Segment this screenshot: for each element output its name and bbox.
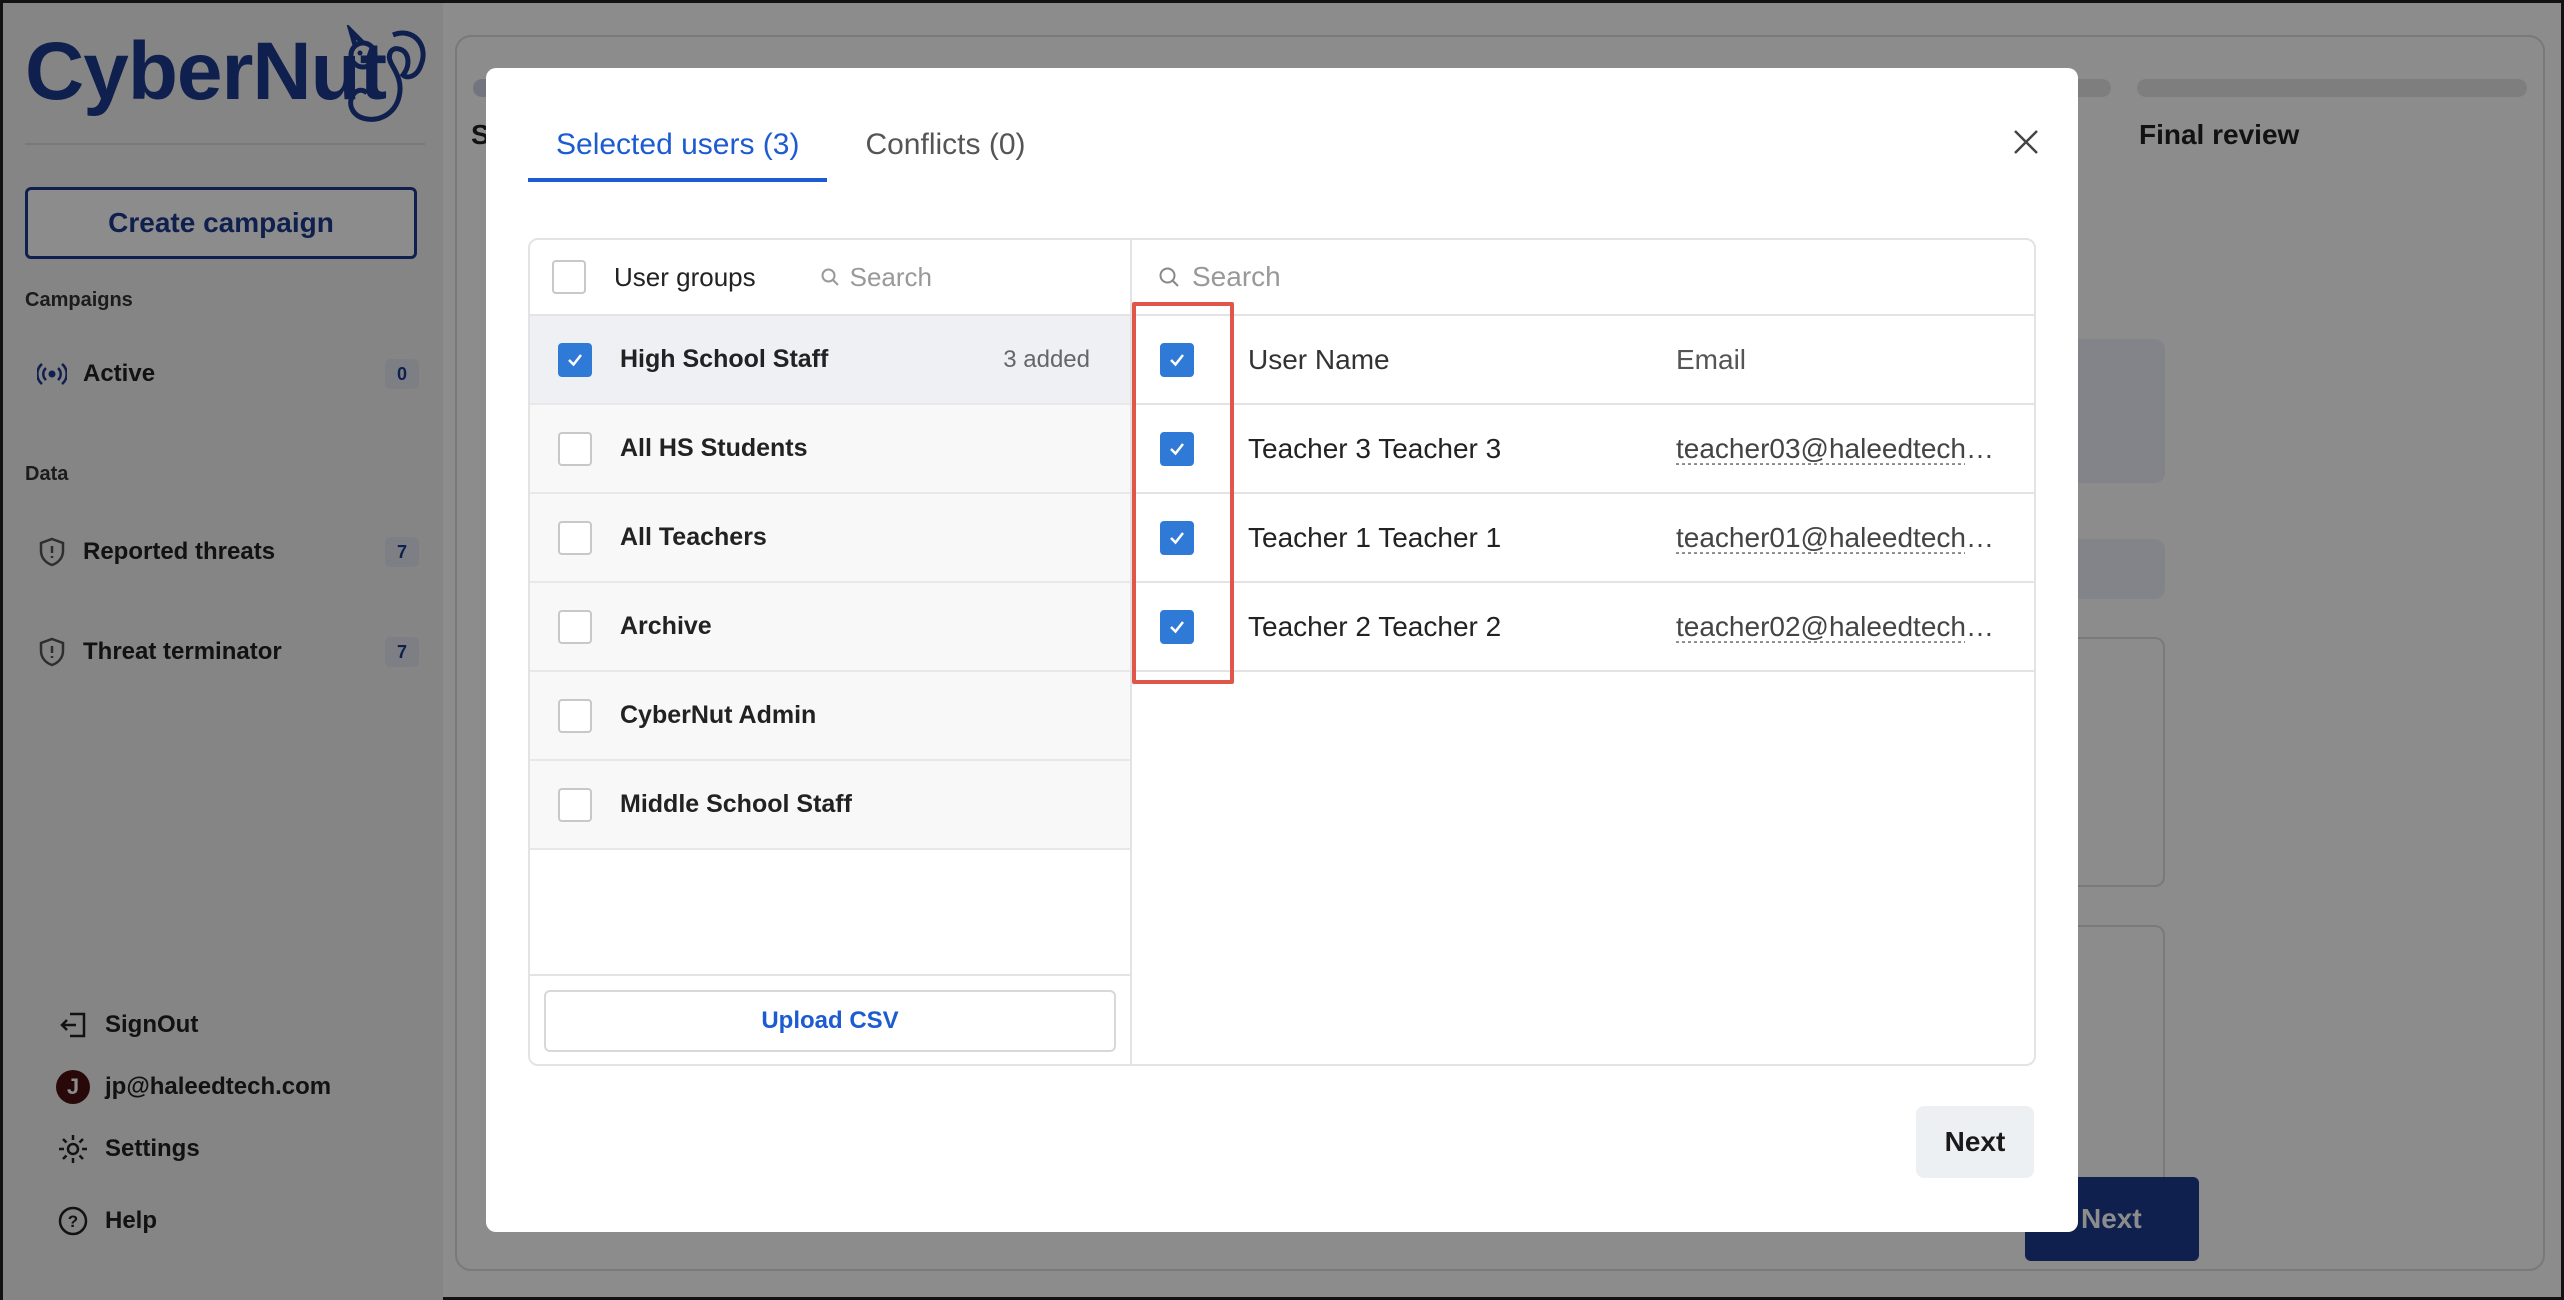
group-name: All Teachers xyxy=(620,523,767,552)
user-email: teacher03@haleedtech.com xyxy=(1676,433,1996,465)
user-checkbox[interactable] xyxy=(1160,432,1194,466)
search-icon xyxy=(1158,266,1180,288)
select-all-groups-checkbox[interactable] xyxy=(552,260,586,294)
group-name: High School Staff xyxy=(620,345,828,374)
user-search-input[interactable]: Search xyxy=(1132,240,2036,316)
group-row-cybernut-admin[interactable]: CyberNut Admin xyxy=(530,672,1130,761)
group-name: All HS Students xyxy=(620,434,808,463)
user-groups-panel: User groups Search High School Staff 3 a… xyxy=(530,240,1132,1066)
group-name: CyberNut Admin xyxy=(620,701,816,730)
column-header-email: Email xyxy=(1676,344,1996,376)
group-row-high-school-staff[interactable]: High School Staff 3 added xyxy=(530,316,1130,405)
users-table-header: User Name Email xyxy=(1132,316,2036,405)
added-count: 3 added xyxy=(1003,346,1090,374)
upload-area: Upload CSV xyxy=(530,974,1130,1066)
close-icon xyxy=(2013,129,2039,155)
column-header-user-name: User Name xyxy=(1248,344,1390,376)
group-row-all-hs-students[interactable]: All HS Students xyxy=(530,405,1130,494)
group-row-archive[interactable]: Archive xyxy=(530,583,1130,672)
group-checkbox[interactable] xyxy=(558,432,592,466)
group-checkbox[interactable] xyxy=(558,610,592,644)
select-users-modal: Selected users (3) Conflicts (0) User gr… xyxy=(486,68,2078,1232)
user-email: teacher02@haleedtech.com xyxy=(1676,611,1996,643)
modal-tabs: Selected users (3) Conflicts (0) xyxy=(528,128,1054,182)
table-row[interactable]: Teacher 2 Teacher 2 teacher02@haleedtech… xyxy=(1132,583,2036,672)
user-selection-table: User groups Search High School Staff 3 a… xyxy=(528,238,2036,1066)
table-row[interactable]: Teacher 1 Teacher 1 teacher01@haleedtech… xyxy=(1132,494,2036,583)
group-checkbox[interactable] xyxy=(558,788,592,822)
tab-conflicts[interactable]: Conflicts (0) xyxy=(837,128,1053,182)
user-name: Teacher 1 Teacher 1 xyxy=(1248,522,1501,554)
users-panel: Search User Name Email Teacher 3 Teacher… xyxy=(1132,240,2036,1066)
group-row-middle-school-staff[interactable]: Middle School Staff xyxy=(530,761,1130,850)
group-checkbox[interactable] xyxy=(558,343,592,377)
search-icon xyxy=(820,267,840,287)
search-placeholder: Search xyxy=(850,262,932,293)
group-row-all-teachers[interactable]: All Teachers xyxy=(530,494,1130,583)
tab-selected-users[interactable]: Selected users (3) xyxy=(528,128,827,182)
group-checkbox[interactable] xyxy=(558,699,592,733)
user-name: Teacher 2 Teacher 2 xyxy=(1248,611,1501,643)
user-groups-header: User groups Search xyxy=(530,240,1130,316)
group-name: Middle School Staff xyxy=(620,790,852,819)
user-groups-label: User groups xyxy=(614,262,756,293)
close-button[interactable] xyxy=(2006,122,2046,162)
select-all-users-checkbox[interactable] xyxy=(1160,343,1194,377)
user-name: Teacher 3 Teacher 3 xyxy=(1248,433,1501,465)
upload-csv-button[interactable]: Upload CSV xyxy=(544,990,1116,1052)
table-row[interactable]: Teacher 3 Teacher 3 teacher03@haleedtech… xyxy=(1132,405,2036,494)
group-checkbox[interactable] xyxy=(558,521,592,555)
user-checkbox[interactable] xyxy=(1160,521,1194,555)
group-name: Archive xyxy=(620,612,712,641)
next-button[interactable]: Next xyxy=(1916,1106,2034,1178)
group-search-input[interactable]: Search xyxy=(820,262,932,293)
search-placeholder: Search xyxy=(1192,261,1281,293)
user-checkbox[interactable] xyxy=(1160,610,1194,644)
user-email: teacher01@haleedtech.com xyxy=(1676,522,1996,554)
